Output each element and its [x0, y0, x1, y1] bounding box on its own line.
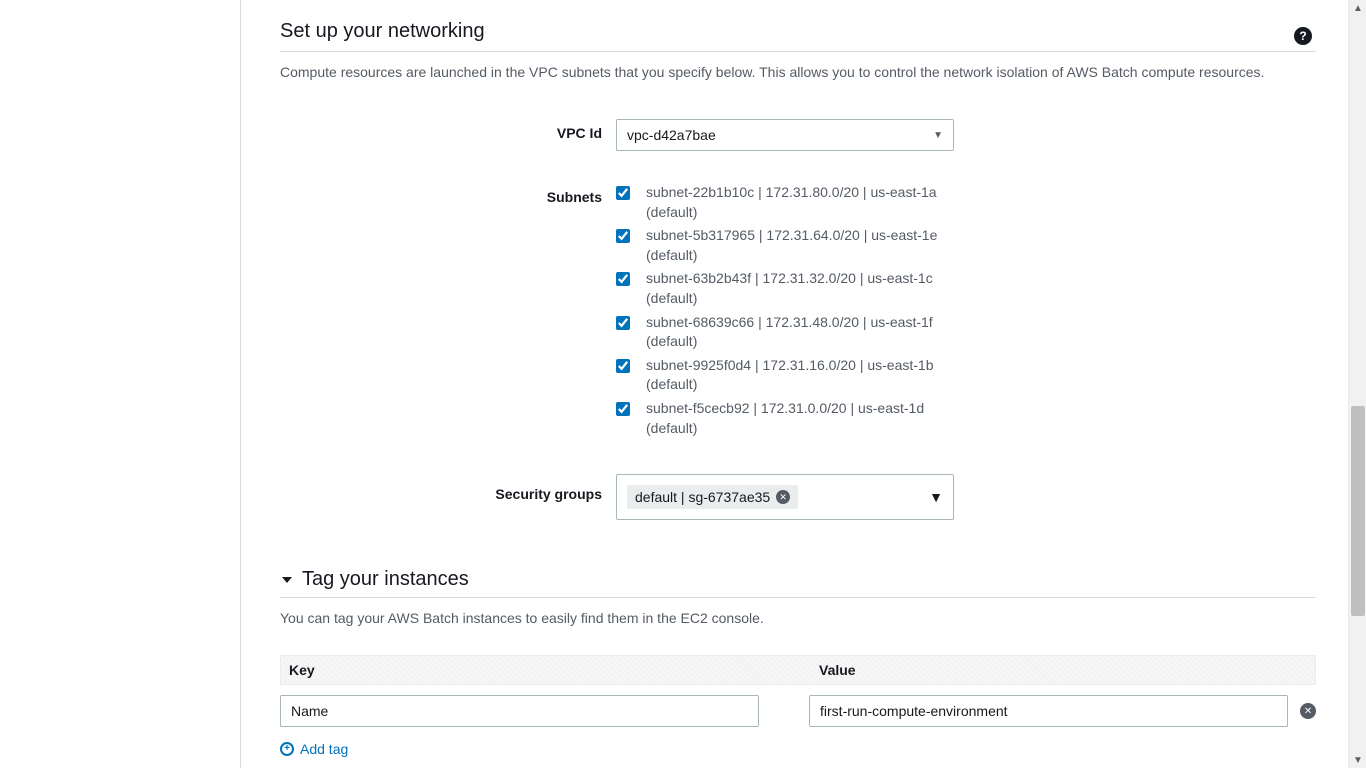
- subnet-label: subnet-5b317965 | 172.31.64.0/20 | us-ea…: [646, 226, 956, 265]
- tag-section-title: Tag your instances: [302, 568, 469, 591]
- tag-header-key: Key: [289, 662, 819, 678]
- tag-key-input[interactable]: [280, 695, 759, 727]
- plus-icon: +: [280, 742, 294, 756]
- tag-section: Tag your instances You can tag your AWS …: [280, 568, 1316, 757]
- security-groups-label: Security groups: [280, 474, 616, 502]
- remove-chip-icon[interactable]: ✕: [776, 490, 790, 504]
- help-icon[interactable]: ?: [1294, 27, 1312, 45]
- tag-header-value: Value: [819, 662, 1307, 678]
- subnet-item: subnet-22b1b10c | 172.31.80.0/20 | us-ea…: [616, 183, 1316, 222]
- tag-section-header: Tag your instances: [280, 568, 1316, 598]
- security-group-chip: default | sg-6737ae35 ✕: [627, 485, 798, 509]
- subnet-label: subnet-68639c66 | 172.31.48.0/20 | us-ea…: [646, 313, 956, 352]
- subnet-checkbox[interactable]: [616, 316, 630, 330]
- scroll-up-icon[interactable]: ▲: [1349, 0, 1366, 16]
- chevron-down-icon: ▼: [933, 130, 943, 141]
- security-groups-row: Security groups default | sg-6737ae35 ✕ …: [280, 474, 1316, 520]
- subnet-item: subnet-5b317965 | 172.31.64.0/20 | us-ea…: [616, 226, 1316, 265]
- subnet-item: subnet-63b2b43f | 172.31.32.0/20 | us-ea…: [616, 269, 1316, 308]
- vpc-selected-value: vpc-d42a7bae: [627, 127, 716, 143]
- main-content: Set up your networking ? Compute resourc…: [280, 0, 1316, 768]
- tag-value-input[interactable]: [809, 695, 1288, 727]
- subnet-label: subnet-63b2b43f | 172.31.32.0/20 | us-ea…: [646, 269, 956, 308]
- subnet-item: subnet-68639c66 | 172.31.48.0/20 | us-ea…: [616, 313, 1316, 352]
- left-panel-divider: [240, 0, 241, 768]
- remove-tag-icon[interactable]: ✕: [1300, 703, 1316, 719]
- tag-table: Key Value ✕ + Add tag: [280, 655, 1316, 757]
- scrollbar-thumb[interactable]: [1351, 406, 1365, 616]
- subnet-checkbox[interactable]: [616, 359, 630, 373]
- subnet-item: subnet-9925f0d4 | 172.31.16.0/20 | us-ea…: [616, 356, 1316, 395]
- tag-table-header: Key Value: [280, 655, 1316, 685]
- vpc-label: VPC Id: [280, 119, 616, 141]
- section-description: Compute resources are launched in the VP…: [280, 62, 1316, 83]
- section-title: Set up your networking: [280, 20, 485, 51]
- subnet-list: subnet-22b1b10c | 172.31.80.0/20 | us-ea…: [616, 183, 1316, 442]
- subnet-checkbox[interactable]: [616, 186, 630, 200]
- tag-section-description: You can tag your AWS Batch instances to …: [280, 608, 1316, 629]
- subnet-label: subnet-9925f0d4 | 172.31.16.0/20 | us-ea…: [646, 356, 956, 395]
- collapse-caret-icon[interactable]: [282, 577, 292, 583]
- scroll-down-icon[interactable]: ▼: [1349, 752, 1366, 768]
- page-scrollbar[interactable]: ▲ ▼: [1348, 0, 1366, 768]
- section-header: Set up your networking ?: [280, 20, 1316, 52]
- subnet-label: subnet-22b1b10c | 172.31.80.0/20 | us-ea…: [646, 183, 956, 222]
- subnets-row: Subnets subnet-22b1b10c | 172.31.80.0/20…: [280, 183, 1316, 442]
- tag-row: ✕: [280, 685, 1316, 737]
- security-group-chip-label: default | sg-6737ae35: [635, 489, 770, 505]
- add-tag-label: Add tag: [300, 741, 348, 757]
- subnets-label: Subnets: [280, 183, 616, 205]
- subnet-label: subnet-f5cecb92 | 172.31.0.0/20 | us-eas…: [646, 399, 956, 438]
- add-tag-button[interactable]: + Add tag: [280, 741, 348, 757]
- vpc-row: VPC Id vpc-d42a7bae ▼: [280, 119, 1316, 151]
- subnet-checkbox[interactable]: [616, 272, 630, 286]
- subnet-item: subnet-f5cecb92 | 172.31.0.0/20 | us-eas…: [616, 399, 1316, 438]
- chevron-down-icon: ▼: [929, 489, 943, 505]
- vpc-select[interactable]: vpc-d42a7bae ▼: [616, 119, 954, 151]
- form-grid: VPC Id vpc-d42a7bae ▼ Subnets subnet-22b…: [280, 119, 1316, 520]
- subnet-checkbox[interactable]: [616, 402, 630, 416]
- security-groups-select[interactable]: default | sg-6737ae35 ✕ ▼: [616, 474, 954, 520]
- subnet-checkbox[interactable]: [616, 229, 630, 243]
- networking-section: Set up your networking ? Compute resourc…: [280, 20, 1316, 520]
